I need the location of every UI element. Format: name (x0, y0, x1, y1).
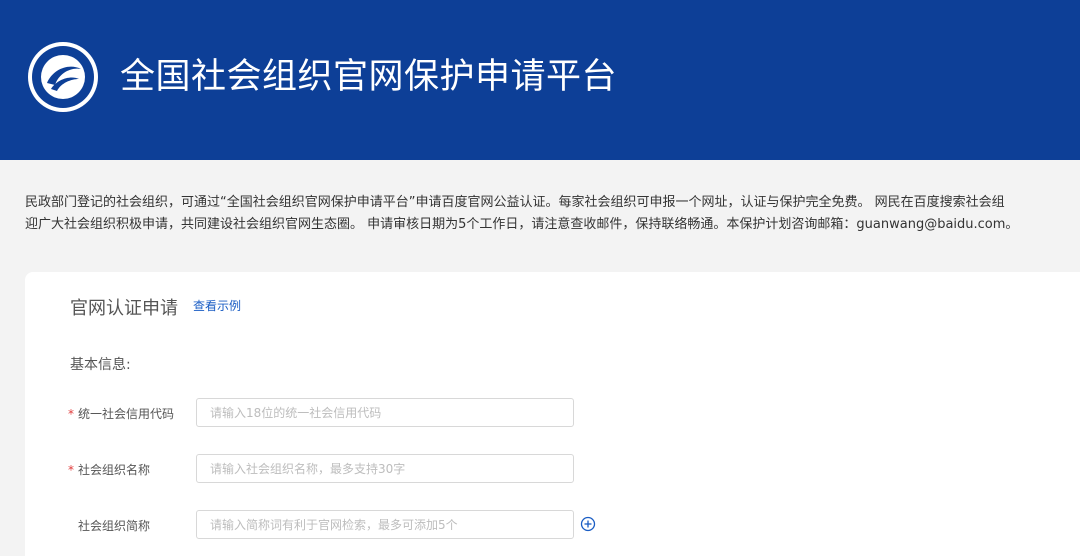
application-form-card: 官网认证申请 查看示例 基本信息: * 统一社会信用代码 * 社会组织名称 社会组织… (25, 272, 1080, 556)
china-social-organization-emblem-icon (28, 42, 98, 112)
required-mark: * (68, 463, 74, 477)
org-name-input[interactable] (196, 454, 574, 483)
view-example-link[interactable]: 查看示例 (193, 297, 241, 314)
credit-code-label-text: 统一社会信用代码 (78, 407, 175, 421)
org-name-label: * 社会组织名称 (68, 461, 150, 478)
intro-line-2: 迎广大社会组织积极申请，共同建设社会组织官网生态圈。 申请审核日期为5个工作日，… (25, 217, 1019, 232)
form-title: 官网认证申请 (70, 298, 178, 319)
credit-code-label: * 统一社会信用代码 (68, 405, 174, 422)
intro-text: 民政部门登记的社会组织，可通过“全国社会组织官网保护申请平台”申请百度官网公益认… (25, 192, 1080, 236)
required-mark: * (68, 407, 74, 421)
credit-code-input[interactable] (196, 398, 574, 427)
form-row-credit-code: * 统一社会信用代码 (25, 398, 725, 428)
header-banner: 全国社会组织官网保护申请平台 (0, 0, 1080, 160)
site-title: 全国社会组织官网保护申请平台 (120, 57, 618, 97)
org-name-label-text: 社会组织名称 (78, 463, 151, 477)
form-row-org-name: * 社会组织名称 (25, 454, 725, 484)
intro-line-1: 民政部门登记的社会组织，可通过“全国社会组织官网保护申请平台”申请百度官网公益认… (25, 195, 1005, 210)
form-row-org-short-name: 社会组织简称 (25, 510, 725, 540)
org-short-name-input[interactable] (196, 510, 574, 539)
org-short-name-label-text: 社会组织简称 (78, 519, 151, 533)
plus-circle-icon[interactable] (580, 516, 596, 532)
org-short-name-label: 社会组织简称 (78, 517, 150, 534)
basic-info-label: 基本信息: (70, 357, 131, 373)
